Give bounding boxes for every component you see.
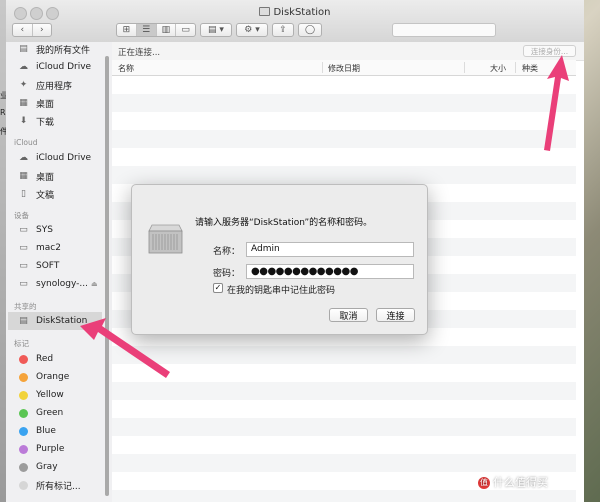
- column-separator[interactable]: [515, 62, 516, 73]
- watermark-badge: 值: [478, 477, 490, 489]
- list-view-button[interactable]: ☰: [136, 24, 157, 36]
- sidebar-item-applications[interactable]: ✦ 应用程序: [6, 76, 104, 94]
- cancel-button[interactable]: 取消: [329, 308, 368, 322]
- action-button[interactable]: ⚙ ▾: [236, 23, 268, 37]
- sidebar-tag-yellow[interactable]: Yellow: [6, 386, 104, 404]
- cover-flow-button[interactable]: ▭: [176, 24, 195, 36]
- cloud-icon: ☁: [19, 153, 28, 163]
- column-separator[interactable]: [464, 62, 465, 73]
- applications-icon: ✦: [19, 80, 28, 90]
- arrange-icon: ▤ ▾: [208, 25, 224, 35]
- tag-icon: ◯: [304, 25, 316, 35]
- back-button[interactable]: ‹: [13, 24, 33, 36]
- server-icon: [259, 7, 271, 16]
- login-dialog: 请输入服务器“DiskStation”的名称和密码。 名称： Admin 密码：…: [131, 184, 428, 335]
- column-name[interactable]: 名称: [118, 63, 134, 74]
- sidebar-tag-blue[interactable]: Blue: [6, 422, 104, 440]
- drive-icon: ▭: [19, 261, 28, 271]
- column-kind[interactable]: 种类: [522, 63, 538, 74]
- background-text-fragment: R: [0, 108, 6, 117]
- column-view-button[interactable]: ▥: [157, 24, 177, 36]
- icon-view-button[interactable]: ⊞: [117, 24, 137, 36]
- sidebar: ▤ 我的所有文件 ☁ iCloud Drive ✦ 应用程序 ▦ 桌面 ⬇ 下载 iClo…: [6, 42, 113, 502]
- sidebar-section-devices: 设备: [14, 211, 29, 220]
- tag-color-dot: [19, 354, 28, 364]
- tag-color-dot: [19, 390, 28, 400]
- sidebar-item-icloud-desktop[interactable]: ▦ 桌面: [6, 167, 104, 185]
- back-forward-control: ‹ ›: [12, 23, 52, 37]
- sidebar-scrollbar[interactable]: [105, 56, 109, 496]
- column-modified[interactable]: 修改日期: [328, 63, 360, 74]
- forward-button[interactable]: ›: [33, 24, 52, 36]
- tag-color-dot: [19, 408, 28, 418]
- drive-icon: ▭: [19, 279, 28, 289]
- drive-icon: ▭: [19, 243, 28, 253]
- document-icon: ▯: [21, 189, 26, 199]
- tag-color-dot: [19, 444, 28, 454]
- password-field[interactable]: ●●●●●●●●●●●●●: [246, 264, 414, 279]
- titlebar: DiskStation ‹ › ⊞ ☰ ▥ ▭ ▤ ▾ ⚙ ▾ ⇪ ◯: [6, 0, 584, 43]
- desktop-icon: ▦: [19, 98, 28, 108]
- column-size[interactable]: 大小: [490, 63, 506, 74]
- name-field[interactable]: Admin: [246, 242, 414, 257]
- share-button[interactable]: ⇪: [272, 23, 294, 37]
- sidebar-item-icloud-drive-2[interactable]: ☁ iCloud Drive: [6, 149, 104, 167]
- remember-password-checkbox[interactable]: ✓: [213, 283, 223, 293]
- server-icon: ▤: [19, 316, 28, 326]
- tag-color-dot: [19, 372, 28, 382]
- sidebar-item-sys[interactable]: ▭ SYS: [6, 221, 104, 239]
- gear-icon: ⚙ ▾: [244, 25, 260, 35]
- window-title: DiskStation: [6, 7, 584, 18]
- sidebar-tag-all[interactable]: 所有标记...: [6, 476, 104, 494]
- edit-tags-button[interactable]: ◯: [298, 23, 322, 37]
- watermark: 值什么值得买: [478, 474, 548, 490]
- column-separator[interactable]: [322, 62, 323, 73]
- sidebar-tag-red[interactable]: Red: [6, 350, 104, 368]
- sidebar-item-downloads[interactable]: ⬇ 下载: [6, 112, 104, 130]
- search-input[interactable]: [392, 23, 496, 37]
- sidebar-item-icloud-drive[interactable]: ☁ iCloud Drive: [6, 58, 104, 76]
- sidebar-item-all-files[interactable]: ▤ 我的所有文件: [6, 40, 104, 58]
- sidebar-item-desktop[interactable]: ▦ 桌面: [6, 94, 104, 112]
- connect-as-button[interactable]: 连接身份...: [523, 45, 576, 57]
- cloud-icon: ☁: [19, 62, 28, 72]
- sidebar-item-soft[interactable]: ▭ SOFT: [6, 257, 104, 275]
- eject-icon[interactable]: ⏏: [91, 280, 98, 288]
- sidebar-tag-gray[interactable]: Gray: [6, 458, 104, 476]
- sidebar-tag-orange[interactable]: Orange: [6, 368, 104, 386]
- sidebar-item-diskstation[interactable]: ▤ DiskStation: [8, 312, 102, 330]
- share-icon: ⇪: [279, 25, 287, 35]
- desktop-icon: ▦: [19, 171, 28, 181]
- connection-status: 正在连接...: [118, 48, 161, 58]
- all-files-icon: ▤: [19, 44, 28, 54]
- view-mode-control: ⊞ ☰ ▥ ▭: [116, 23, 196, 37]
- tag-color-dot: [19, 480, 28, 490]
- download-icon: ⬇: [19, 116, 28, 126]
- sidebar-item-documents[interactable]: ▯ 文稿: [6, 185, 104, 203]
- sidebar-section-tags: 标记: [14, 339, 29, 348]
- connect-button[interactable]: 连接: [376, 308, 415, 322]
- remember-password-label: 在我的钥匙串中记住此密码: [227, 286, 336, 296]
- sidebar-tag-purple[interactable]: Purple: [6, 440, 104, 458]
- name-label: 名称：: [213, 247, 241, 257]
- tag-color-dot: [19, 426, 28, 436]
- server-icon: [148, 224, 183, 254]
- sidebar-section-shared: 共享的: [14, 302, 37, 311]
- sidebar-item-synology[interactable]: ▭ synology-... ⏏: [6, 275, 104, 293]
- column-header: 名称 修改日期 大小 种类: [112, 60, 576, 76]
- sidebar-section-icloud: iCloud: [14, 138, 38, 147]
- sidebar-tag-green[interactable]: Green: [6, 404, 104, 422]
- watermark-text: 什么值得买: [493, 476, 548, 489]
- tag-color-dot: [19, 462, 28, 472]
- drive-icon: ▭: [19, 225, 28, 235]
- arrange-button[interactable]: ▤ ▾: [200, 23, 232, 37]
- sidebar-item-mac2[interactable]: ▭ mac2: [6, 239, 104, 257]
- checkmark-icon: ✓: [214, 283, 222, 292]
- status-bar: 正在连接... 连接身份...: [112, 42, 584, 61]
- dialog-message: 请输入服务器“DiskStation”的名称和密码。: [195, 218, 373, 228]
- password-label: 密码：: [213, 269, 241, 279]
